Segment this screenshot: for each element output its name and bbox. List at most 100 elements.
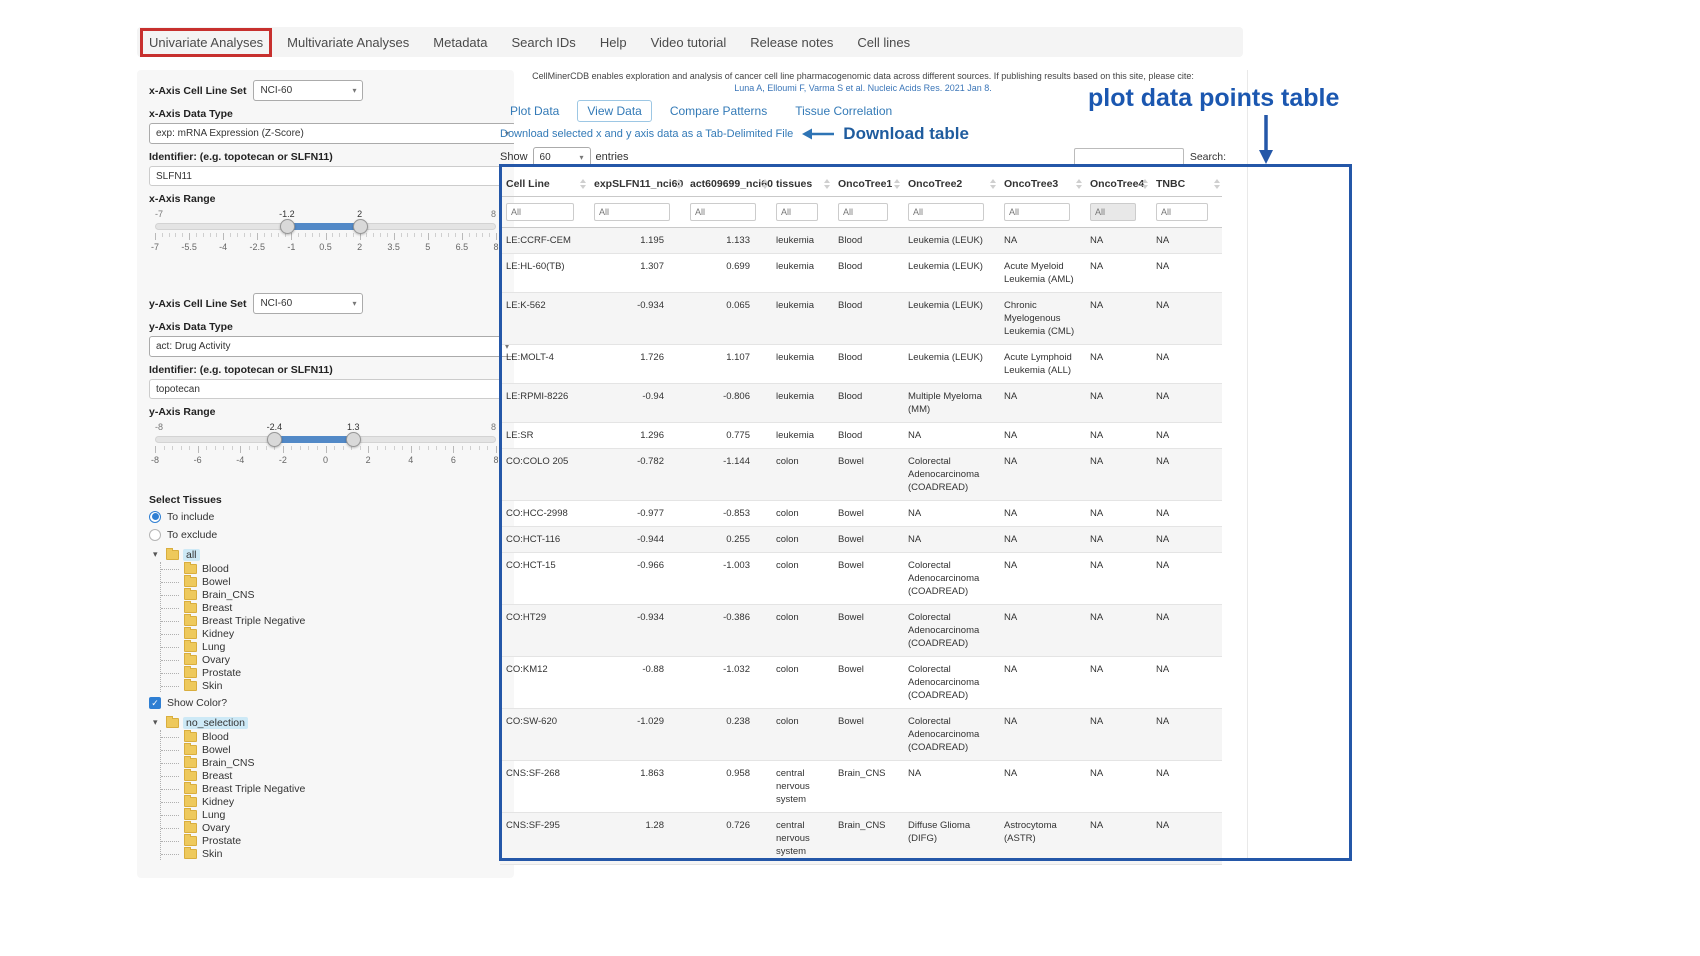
table-cell: Colorectal Adenocarcinoma (COADREAD) [902, 553, 998, 605]
x-cell-line-set-select[interactable]: NCI-60 ▾ [253, 80, 363, 101]
tab-plot-data[interactable]: Plot Data [500, 100, 569, 122]
citation-link[interactable]: Luna A, Elloumi F, Varma S et al. Nuclei… [500, 82, 1226, 94]
citation-text: CellMinerCDB enables exploration and ana… [500, 70, 1226, 82]
tree-node-prostate[interactable]: Prostate [173, 834, 502, 847]
tree-node-blood[interactable]: Blood [173, 730, 502, 743]
filter-input-act609699-nci60[interactable] [690, 203, 756, 221]
tree-node-no-selection[interactable]: no_selection [183, 717, 248, 729]
x-data-type-select[interactable]: exp: mRNA Expression (Z-Score) ▾ [149, 123, 514, 144]
entries-select[interactable]: 60 ▾ [533, 147, 591, 167]
nav-item-univariate-analyses[interactable]: Univariate Analyses [147, 35, 265, 50]
tree-node-brain-cns[interactable]: Brain_CNS [173, 588, 502, 601]
sort-icon[interactable] [824, 179, 830, 189]
tissue-exclude-radio[interactable]: To exclude [149, 527, 502, 542]
tree-node-bowel[interactable]: Bowel [173, 575, 502, 588]
table-cell: -0.934 [588, 293, 684, 345]
tree-node-breast-triple-negative[interactable]: Breast Triple Negative [173, 782, 502, 795]
tree-expand-icon[interactable]: ▾ [153, 717, 162, 728]
tree-node-kidney[interactable]: Kidney [173, 627, 502, 640]
table-cell: -0.806 [684, 384, 770, 423]
nav-item-multivariate-analyses[interactable]: Multivariate Analyses [285, 35, 411, 50]
column-header-tissues[interactable]: tissues [770, 172, 832, 197]
sort-icon[interactable] [1214, 179, 1220, 189]
filter-input-tissues[interactable] [776, 203, 818, 221]
filter-input-oncotree4[interactable] [1090, 203, 1136, 221]
tissue-include-radio[interactable]: To include [149, 509, 502, 524]
table-cell: Colorectal Adenocarcinoma (COADREAD) [902, 449, 998, 501]
column-header-oncotree4[interactable]: OncoTree4 [1084, 172, 1150, 197]
tree-node-breast[interactable]: Breast [173, 769, 502, 782]
column-header-oncotree2[interactable]: OncoTree2 [902, 172, 998, 197]
tree-node-lung[interactable]: Lung [173, 808, 502, 821]
column-header-act609699-nci60[interactable]: act609699_nci60 [684, 172, 770, 197]
tree-node-bowel[interactable]: Bowel [173, 743, 502, 756]
filter-input-oncotree1[interactable] [838, 203, 888, 221]
tab-tissue-correlation[interactable]: Tissue Correlation [785, 100, 902, 122]
filter-input-oncotree3[interactable] [1004, 203, 1070, 221]
column-header-tnbc[interactable]: TNBC [1150, 172, 1222, 197]
tab-view-data[interactable]: View Data [577, 100, 651, 122]
range-handle-to[interactable] [353, 219, 368, 234]
tree-expand-icon[interactable]: ▾ [153, 549, 162, 560]
tree-node-skin[interactable]: Skin [173, 679, 502, 692]
sort-icon[interactable] [676, 179, 682, 189]
search-input[interactable] [1074, 148, 1184, 167]
tree-node-all[interactable]: all [183, 549, 200, 561]
nav-item-metadata[interactable]: Metadata [431, 35, 489, 50]
tree-node-ovary[interactable]: Ovary [173, 653, 502, 666]
download-link[interactable]: Download selected x and y axis data as a… [500, 128, 793, 140]
column-header-expslfn11-nci60[interactable]: expSLFN11_nci60 [588, 172, 684, 197]
tree-node-blood[interactable]: Blood [173, 562, 502, 575]
table-cell: -0.853 [684, 501, 770, 527]
table-cell: Diffuse Glioma (DIFG) [902, 813, 998, 865]
folder-icon [166, 550, 179, 560]
range-handle-from[interactable] [280, 219, 295, 234]
table-cell: Multiple Myeloma (MM) [902, 384, 998, 423]
filter-input-oncotree2[interactable] [908, 203, 984, 221]
filter-input-cell-line[interactable] [506, 203, 574, 221]
table-cell: NA [1150, 345, 1222, 384]
nav-item-cell-lines[interactable]: Cell lines [855, 35, 912, 50]
tree-node-prostate[interactable]: Prostate [173, 666, 502, 679]
y-range-slider[interactable]: -88-2.41.3-8-6-4-202468 [155, 422, 496, 470]
table-cell: NA [902, 501, 998, 527]
tree-node-ovary[interactable]: Ovary [173, 821, 502, 834]
tree-node-breast[interactable]: Breast [173, 601, 502, 614]
annotation-download-table: Download table [801, 124, 969, 144]
sort-icon[interactable] [1142, 179, 1148, 189]
sort-icon[interactable] [1076, 179, 1082, 189]
tree-node-skin[interactable]: Skin [173, 847, 502, 860]
x-cell-line-set-label: x-Axis Cell Line Set [149, 85, 246, 97]
table-cell: NA [1150, 761, 1222, 813]
table-cell: colon [770, 553, 832, 605]
nav-item-release-notes[interactable]: Release notes [748, 35, 835, 50]
column-header-cell-line[interactable]: Cell Line [500, 172, 588, 197]
table-cell: 1.307 [588, 254, 684, 293]
sort-icon[interactable] [990, 179, 996, 189]
nav-item-video-tutorial[interactable]: Video tutorial [649, 35, 729, 50]
y-cell-line-set-select[interactable]: NCI-60 ▾ [253, 293, 363, 314]
table-cell: Astrocytoma (ASTR) [998, 813, 1084, 865]
nav-item-search-ids[interactable]: Search IDs [510, 35, 578, 50]
range-handle-from[interactable] [267, 432, 282, 447]
tab-compare-patterns[interactable]: Compare Patterns [660, 100, 777, 122]
sort-icon[interactable] [762, 179, 768, 189]
sort-icon[interactable] [580, 179, 586, 189]
column-header-oncotree3[interactable]: OncoTree3 [998, 172, 1084, 197]
sort-icon[interactable] [894, 179, 900, 189]
tree-node-kidney[interactable]: Kidney [173, 795, 502, 808]
filter-input-expslfn11-nci60[interactable] [594, 203, 670, 221]
tree-node-lung[interactable]: Lung [173, 640, 502, 653]
tree-node-breast-triple-negative[interactable]: Breast Triple Negative [173, 614, 502, 627]
x-range-slider[interactable]: -78-1.22-7-5.5-4-2.5-10.523.556.58 [155, 209, 496, 257]
column-header-oncotree1[interactable]: OncoTree1 [832, 172, 902, 197]
x-identifier-input[interactable] [149, 166, 502, 186]
y-identifier-input[interactable] [149, 379, 502, 399]
show-color-checkbox[interactable]: ✓ Show Color? [149, 695, 502, 710]
filter-input-tnbc[interactable] [1156, 203, 1208, 221]
tree-node-brain-cns[interactable]: Brain_CNS [173, 756, 502, 769]
table-cell: colon [770, 657, 832, 709]
y-data-type-select[interactable]: act: Drug Activity ▾ [149, 336, 514, 357]
nav-item-help[interactable]: Help [598, 35, 629, 50]
range-handle-to[interactable] [346, 432, 361, 447]
